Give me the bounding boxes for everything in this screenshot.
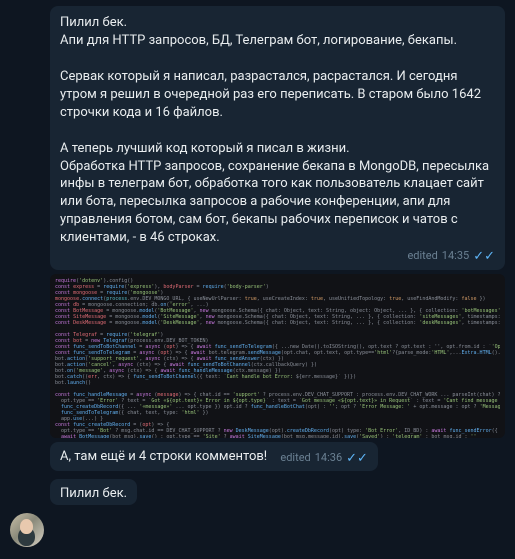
code-screenshot-attachment[interactable]: require('dotenv').config() const express…: [50, 274, 505, 438]
message-bubble[interactable]: Пилил бек.: [50, 479, 137, 505]
edited-label: edited: [407, 249, 437, 262]
edited-label: edited: [280, 451, 310, 464]
message-text: Пилил бек. Апи для HTTP запросов, БД, Те…: [60, 14, 495, 247]
message-time: 14:35: [442, 249, 469, 262]
read-receipt-icon: ✓✓: [473, 249, 495, 264]
message-meta: edited 14:35 ✓✓: [60, 249, 495, 264]
message-meta: edited 14:36 ✓✓: [280, 451, 368, 466]
avatar[interactable]: [10, 513, 44, 547]
message-bubble[interactable]: Пилил бек. Апи для HTTP запросов, БД, Те…: [50, 6, 505, 270]
message-bubble[interactable]: А, там ещё и 4 строки комментов! edited 1…: [50, 442, 378, 471]
message-text: А, там ещё и 4 строки комментов!: [60, 449, 267, 464]
chat-thread: Пилил бек. Апи для HTTP запросов, БД, Те…: [0, 0, 515, 509]
read-receipt-icon: ✓✓: [346, 451, 368, 466]
message-time: 14:36: [315, 451, 342, 464]
message-text: Пилил бек.: [60, 486, 127, 501]
